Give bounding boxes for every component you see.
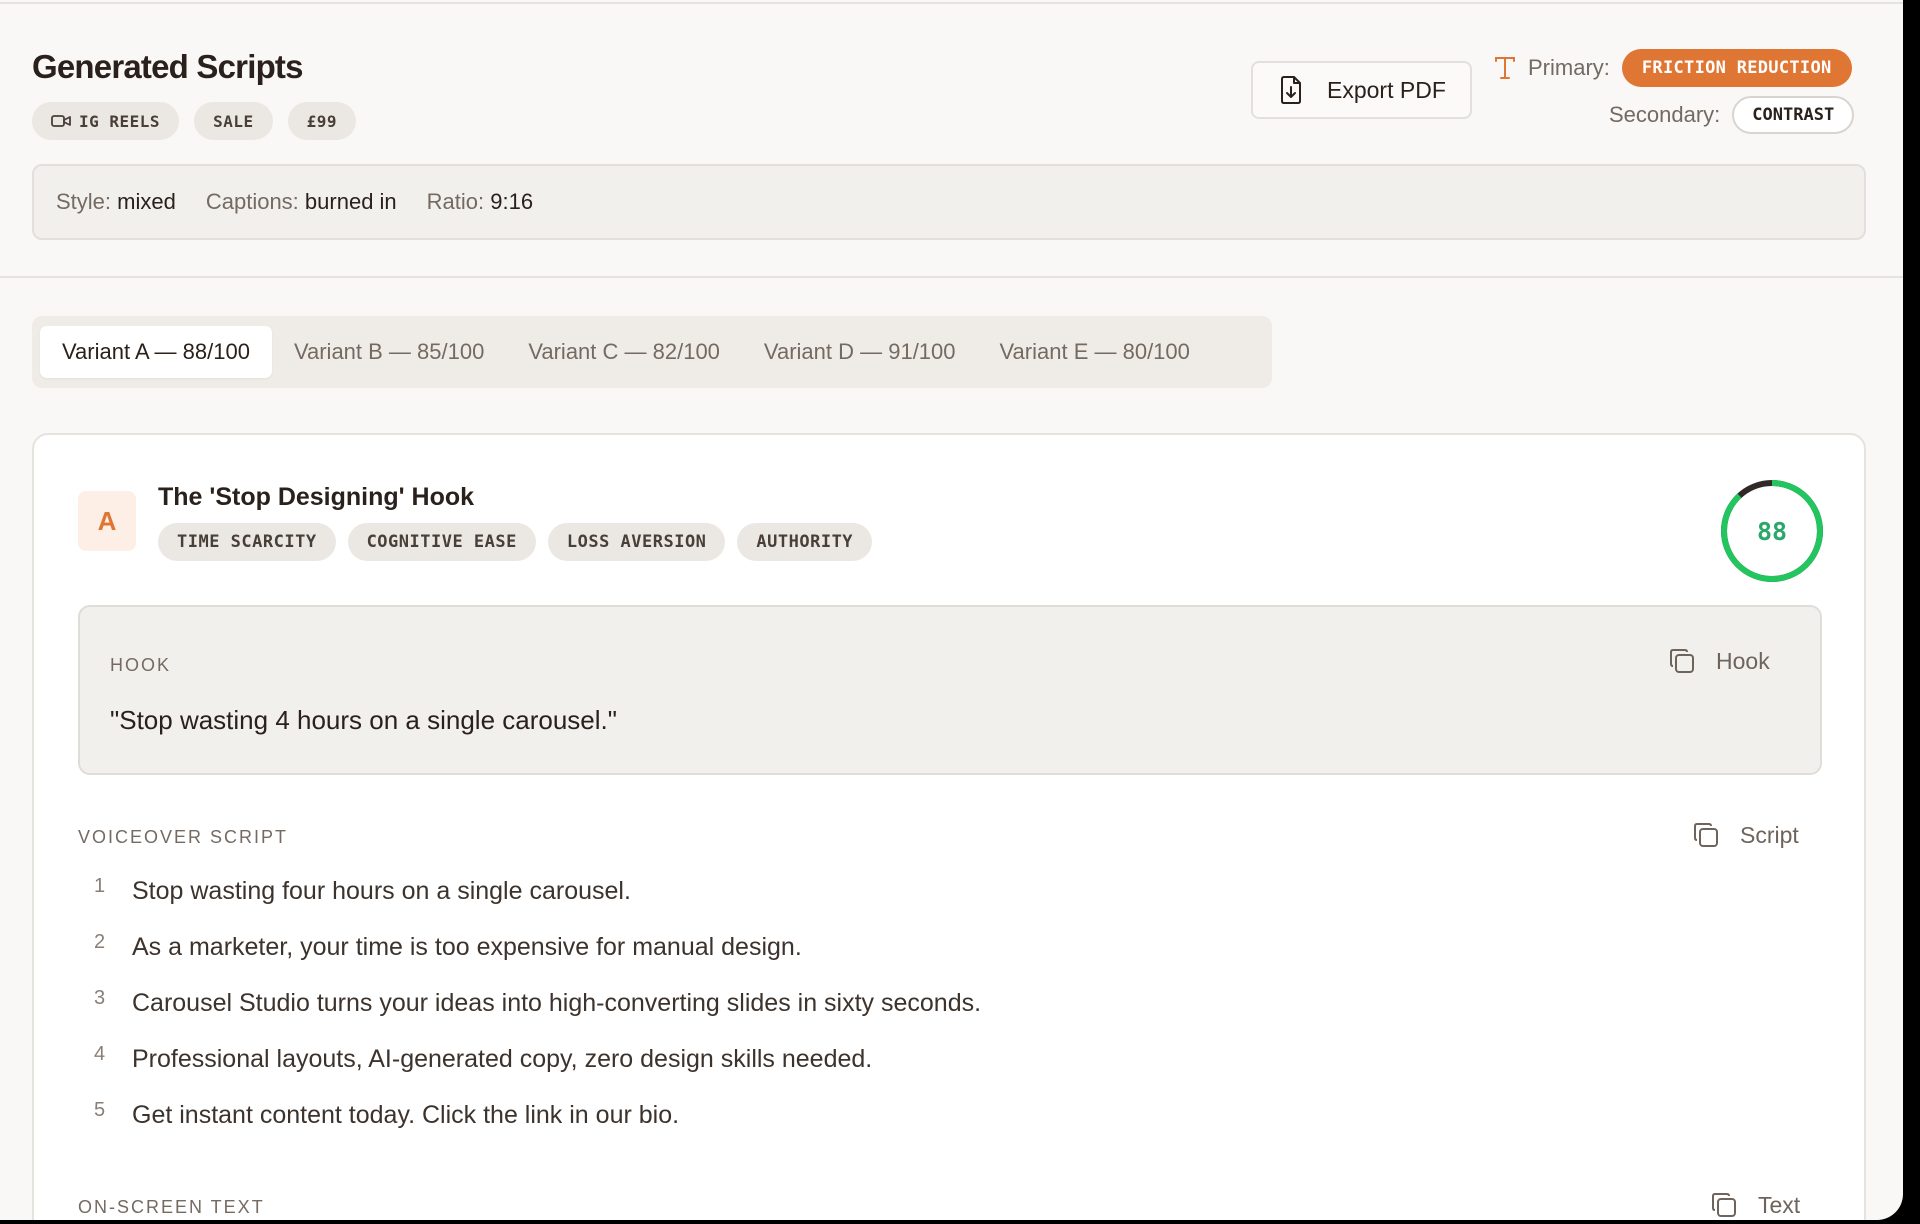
setting-style-value: mixed xyxy=(117,189,176,214)
line-number: 3 xyxy=(94,987,106,1009)
export-pdf-label: Export PDF xyxy=(1327,76,1446,103)
setting-style-key: Style: xyxy=(56,189,112,214)
type-icon xyxy=(1494,56,1516,80)
list-item: 2 As a marketer, your time is too expensi… xyxy=(94,931,981,987)
copy-text-button[interactable]: Text xyxy=(1710,1191,1800,1219)
hook-section: HOOK Hook "Stop wasting 4 hours on a sin… xyxy=(78,605,1822,775)
file-download-icon xyxy=(1279,76,1303,104)
copy-script-label: Script xyxy=(1740,821,1799,848)
variant-letter: A xyxy=(78,491,136,551)
primary-badge: FRICTION REDUCTION xyxy=(1621,49,1852,87)
list-item: 3 Carousel Studio turns your ideas into h… xyxy=(94,987,981,1043)
copy-icon xyxy=(1692,821,1720,849)
header: Generated Scripts IG REELS SALE £99 Styl… xyxy=(0,4,1903,278)
tab-variant-a[interactable]: Variant A — 88/100 xyxy=(40,326,272,378)
list-item: 1 Stop wasting four hours on a single car… xyxy=(94,875,981,931)
chip-price: £99 xyxy=(287,102,356,140)
copy-icon xyxy=(1710,1191,1738,1219)
list-item: 5 Get instant content today. Click the li… xyxy=(94,1099,981,1155)
tab-variant-e[interactable]: Variant E — 80/100 xyxy=(978,326,1212,378)
copy-hook-button[interactable]: Hook xyxy=(1668,647,1770,675)
setting-style: Style: mixed xyxy=(56,189,176,215)
chip-goal: SALE xyxy=(194,102,273,140)
settings-bar: Style: mixed Captions: burned in Ratio: … xyxy=(32,164,1866,240)
line-text: Get instant content today. Click the lin… xyxy=(132,1101,680,1129)
copy-hook-label: Hook xyxy=(1716,647,1770,674)
meta-chips: IG REELS SALE £99 xyxy=(32,102,356,140)
setting-ratio: Ratio: 9:16 xyxy=(427,189,533,215)
secondary-label: Secondary: xyxy=(1609,102,1721,127)
score-value: 88 xyxy=(1756,516,1788,546)
tab-variant-d[interactable]: Variant D — 91/100 xyxy=(742,326,978,378)
line-text: Carousel Studio turns your ideas into hi… xyxy=(132,989,982,1017)
chip-price-label: £99 xyxy=(306,111,337,131)
setting-ratio-value: 9:16 xyxy=(490,189,534,214)
voiceover-lines: 1 Stop wasting four hours on a single car… xyxy=(94,875,981,1155)
line-number: 1 xyxy=(94,875,106,897)
hook-label: HOOK xyxy=(110,655,172,675)
chip-goal-label: SALE xyxy=(213,111,254,131)
voiceover-label: VOICEOVER SCRIPT xyxy=(78,827,289,847)
setting-ratio-key: Ratio: xyxy=(426,189,485,214)
secondary-principle: Secondary: CONTRAST xyxy=(1609,96,1855,134)
setting-captions-key: Captions: xyxy=(205,189,299,214)
copy-icon xyxy=(1668,647,1696,675)
copy-text-label: Text xyxy=(1758,1191,1801,1218)
setting-captions: Captions: burned in xyxy=(206,189,397,215)
setting-captions-value: burned in xyxy=(304,189,397,214)
video-camera-icon xyxy=(51,113,71,129)
tag-time-scarcity: TIME SCARCITY xyxy=(158,523,336,561)
secondary-badge: CONTRAST xyxy=(1732,96,1855,134)
line-number: 4 xyxy=(94,1043,106,1065)
copy-script-button[interactable]: Script xyxy=(1692,821,1799,849)
line-text: Professional layouts, AI-generated copy,… xyxy=(132,1045,873,1073)
line-text: Stop wasting four hours on a single caro… xyxy=(132,877,631,905)
export-pdf-button[interactable]: Export PDF xyxy=(1251,61,1472,119)
tab-variant-c[interactable]: Variant C — 82/100 xyxy=(506,326,742,378)
chip-platform: IG REELS xyxy=(32,102,180,140)
line-number: 2 xyxy=(94,931,106,953)
tag-cognitive-ease: COGNITIVE EASE xyxy=(347,523,536,561)
variant-card: A The 'Stop Designing' Hook TIME SCARCIT… xyxy=(32,433,1866,1220)
page-title: Generated Scripts xyxy=(32,48,303,85)
page: Generated Scripts IG REELS SALE £99 Styl… xyxy=(0,0,1903,1220)
chip-platform-label: IG REELS xyxy=(79,111,161,131)
variant-title: The 'Stop Designing' Hook xyxy=(158,483,475,511)
onscreen-text-label: ON-SCREEN TEXT xyxy=(78,1197,265,1217)
line-text: As a marketer, your time is too expensiv… xyxy=(132,933,802,961)
primary-principle: Primary: FRICTION REDUCTION xyxy=(1494,49,1852,87)
line-number: 5 xyxy=(94,1099,106,1121)
tag-loss-aversion: LOSS AVERSION xyxy=(547,523,726,561)
tag-authority: AUTHORITY xyxy=(737,523,873,561)
hook-text: "Stop wasting 4 hours on a single carous… xyxy=(110,705,617,735)
score-ring: 88 xyxy=(1718,477,1826,585)
list-item: 4 Professional layouts, AI-generated copy… xyxy=(94,1043,981,1099)
tab-variant-b[interactable]: Variant B — 85/100 xyxy=(272,326,506,378)
variant-tags: TIME SCARCITY COGNITIVE EASE LOSS AVERSI… xyxy=(158,523,873,561)
primary-label: Primary: xyxy=(1528,55,1610,80)
variant-tabs: Variant A — 88/100 Variant B — 85/100 Va… xyxy=(32,316,1272,388)
